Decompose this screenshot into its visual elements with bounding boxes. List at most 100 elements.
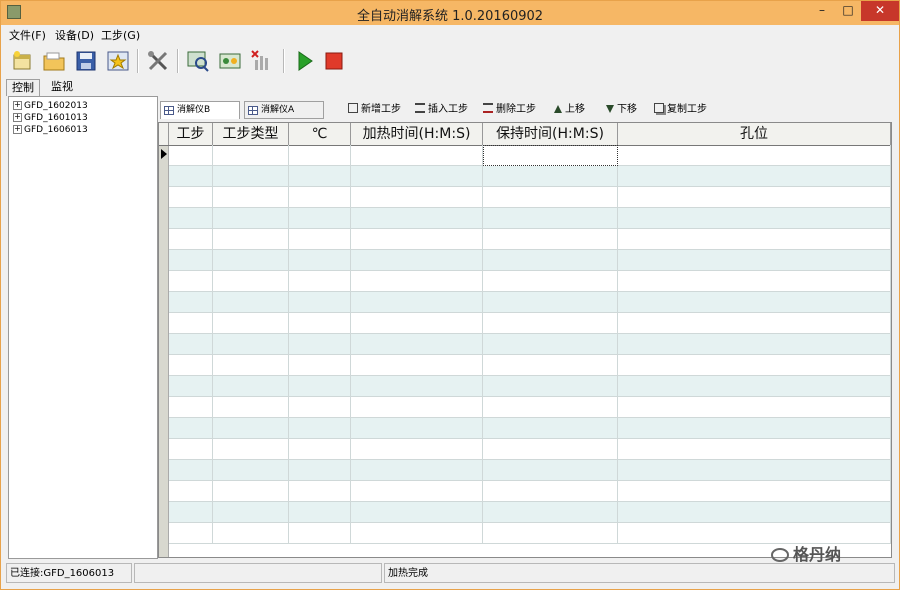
table-cell[interactable] bbox=[289, 418, 351, 439]
table-cell[interactable] bbox=[169, 313, 213, 334]
table-cell[interactable] bbox=[483, 481, 618, 502]
device-link-icon[interactable] bbox=[217, 48, 243, 74]
table-cell[interactable] bbox=[169, 439, 213, 460]
tab-digester-b[interactable]: 消解仪B bbox=[160, 101, 240, 119]
table-cell[interactable] bbox=[618, 145, 891, 166]
table-cell[interactable] bbox=[483, 145, 618, 166]
table-cell[interactable] bbox=[618, 439, 891, 460]
table-cell[interactable] bbox=[213, 271, 289, 292]
table-row[interactable] bbox=[169, 439, 891, 460]
favorite-star-icon[interactable] bbox=[105, 48, 131, 74]
table-cell[interactable] bbox=[483, 208, 618, 229]
table-row[interactable] bbox=[169, 376, 891, 397]
table-row[interactable] bbox=[169, 481, 891, 502]
table-cell[interactable] bbox=[483, 502, 618, 523]
table-cell[interactable] bbox=[289, 271, 351, 292]
table-row[interactable] bbox=[169, 250, 891, 271]
menu-file[interactable]: 文件(F) bbox=[9, 27, 46, 43]
table-cell[interactable] bbox=[213, 208, 289, 229]
table-cell[interactable] bbox=[289, 355, 351, 376]
maximize-button[interactable]: □ bbox=[835, 1, 861, 21]
table-cell[interactable] bbox=[483, 271, 618, 292]
table-cell[interactable] bbox=[289, 439, 351, 460]
table-cell[interactable] bbox=[289, 502, 351, 523]
table-cell[interactable] bbox=[213, 418, 289, 439]
table-cell[interactable] bbox=[169, 481, 213, 502]
move-down-button[interactable]: 下移 bbox=[606, 103, 637, 117]
table-cell[interactable] bbox=[351, 481, 483, 502]
table-cell[interactable] bbox=[351, 355, 483, 376]
table-cell[interactable] bbox=[618, 229, 891, 250]
insert-step-button[interactable]: 插入工步 bbox=[415, 103, 468, 117]
close-button[interactable]: ✕ bbox=[861, 1, 899, 21]
table-cell[interactable] bbox=[618, 502, 891, 523]
column-header-position[interactable]: 孔位 bbox=[618, 123, 891, 145]
table-cell[interactable] bbox=[169, 208, 213, 229]
table-cell[interactable] bbox=[351, 460, 483, 481]
table-row[interactable] bbox=[169, 145, 891, 166]
table-cell[interactable] bbox=[618, 271, 891, 292]
table-row[interactable] bbox=[169, 418, 891, 439]
expand-plus-icon[interactable]: + bbox=[13, 113, 22, 122]
table-cell[interactable] bbox=[289, 187, 351, 208]
table-cell[interactable] bbox=[213, 355, 289, 376]
table-row[interactable] bbox=[169, 313, 891, 334]
table-cell[interactable] bbox=[213, 481, 289, 502]
menu-device[interactable]: 设备(D) bbox=[55, 27, 94, 43]
table-cell[interactable] bbox=[483, 439, 618, 460]
table-cell[interactable] bbox=[618, 355, 891, 376]
table-row[interactable] bbox=[169, 271, 891, 292]
table-cell[interactable] bbox=[351, 208, 483, 229]
menu-step[interactable]: 工步(G) bbox=[101, 27, 140, 43]
table-cell[interactable] bbox=[213, 523, 289, 544]
tools-icon[interactable] bbox=[145, 48, 171, 74]
new-file-icon[interactable] bbox=[9, 48, 35, 74]
table-cell[interactable] bbox=[169, 523, 213, 544]
tree-item[interactable]: + GFD_1606013 bbox=[13, 124, 88, 136]
table-cell[interactable] bbox=[169, 292, 213, 313]
table-cell[interactable] bbox=[213, 460, 289, 481]
tab-digester-a[interactable]: 消解仪A bbox=[244, 101, 324, 119]
table-cell[interactable] bbox=[483, 334, 618, 355]
table-cell[interactable] bbox=[618, 292, 891, 313]
table-row[interactable] bbox=[169, 334, 891, 355]
table-cell[interactable] bbox=[169, 187, 213, 208]
table-cell[interactable] bbox=[213, 250, 289, 271]
open-folder-icon[interactable] bbox=[41, 48, 67, 74]
table-cell[interactable] bbox=[351, 397, 483, 418]
table-cell[interactable] bbox=[289, 460, 351, 481]
table-cell[interactable] bbox=[618, 166, 891, 187]
table-cell[interactable] bbox=[169, 250, 213, 271]
table-cell[interactable] bbox=[169, 166, 213, 187]
table-cell[interactable] bbox=[169, 334, 213, 355]
table-cell[interactable] bbox=[213, 313, 289, 334]
table-cell[interactable] bbox=[618, 481, 891, 502]
table-cell[interactable] bbox=[351, 418, 483, 439]
table-cell[interactable] bbox=[618, 334, 891, 355]
table-cell[interactable] bbox=[169, 271, 213, 292]
expand-plus-icon[interactable]: + bbox=[13, 101, 22, 110]
table-cell[interactable] bbox=[351, 187, 483, 208]
tree-item[interactable]: + GFD_1602013 bbox=[13, 100, 88, 112]
table-cell[interactable] bbox=[483, 250, 618, 271]
table-cell[interactable] bbox=[289, 292, 351, 313]
table-cell[interactable] bbox=[483, 376, 618, 397]
table-row[interactable] bbox=[169, 355, 891, 376]
delete-step-button[interactable]: 删除工步 bbox=[483, 103, 536, 117]
table-row[interactable] bbox=[169, 187, 891, 208]
table-cell[interactable] bbox=[289, 145, 351, 166]
table-cell[interactable] bbox=[169, 418, 213, 439]
table-cell[interactable] bbox=[618, 418, 891, 439]
table-cell[interactable] bbox=[351, 376, 483, 397]
table-cell[interactable] bbox=[169, 397, 213, 418]
table-row[interactable] bbox=[169, 229, 891, 250]
table-cell[interactable] bbox=[289, 250, 351, 271]
table-cell[interactable] bbox=[351, 271, 483, 292]
table-cell[interactable] bbox=[169, 460, 213, 481]
table-cell[interactable] bbox=[289, 313, 351, 334]
table-cell[interactable] bbox=[618, 523, 891, 544]
copy-step-button[interactable]: 复制工步 bbox=[654, 103, 707, 117]
save-icon[interactable] bbox=[73, 48, 99, 74]
table-cell[interactable] bbox=[169, 229, 213, 250]
table-row[interactable] bbox=[169, 502, 891, 523]
